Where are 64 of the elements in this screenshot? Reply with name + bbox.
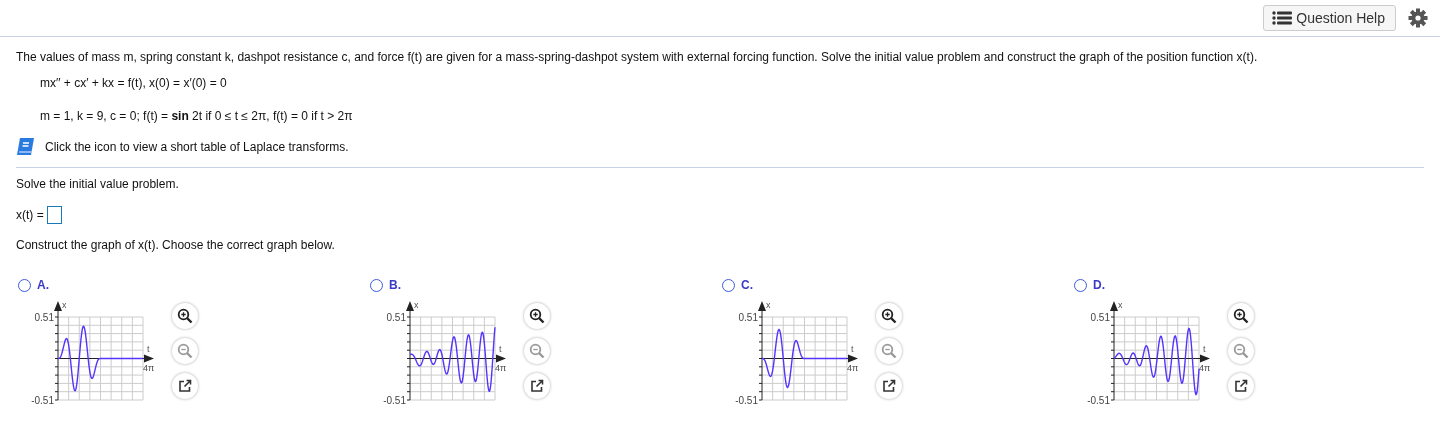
settings-icon[interactable] <box>1408 8 1428 28</box>
tick-label: 4π <box>143 362 155 373</box>
tick-label: 0.51 <box>1090 312 1110 323</box>
list-icon <box>1272 11 1293 25</box>
radio-button[interactable] <box>722 278 735 292</box>
tick-label: 0.51 <box>34 312 54 323</box>
zoom-out-button[interactable] <box>876 338 902 364</box>
equation: mx′′ + cx′ + kx = f(t), x(0) = x′(0) = 0 <box>40 76 228 90</box>
axis-label: x <box>1118 300 1123 310</box>
zoom-out-icon <box>1233 343 1249 359</box>
open-external-button[interactable] <box>172 373 198 399</box>
option-label: A. <box>37 278 49 292</box>
option-label: B. <box>389 278 401 292</box>
zoom-in-icon <box>177 308 193 324</box>
zoom-out-button[interactable] <box>172 338 198 364</box>
book-icon[interactable] <box>16 137 35 156</box>
zoom-out-icon <box>881 343 897 359</box>
axis-label: t <box>851 343 854 354</box>
tick-label: -0.51 <box>735 395 758 406</box>
zoom-in-button[interactable] <box>876 303 902 329</box>
axis-label: t <box>1203 343 1206 354</box>
axis-label: t <box>499 343 502 354</box>
question-help-button[interactable]: Question Help <box>1263 5 1396 31</box>
tick-label: 4π <box>1199 362 1211 373</box>
zoom-out-icon <box>177 343 193 359</box>
option-label: D. <box>1093 278 1105 292</box>
answer-label: x(t) = <box>16 208 44 222</box>
open-external-button[interactable] <box>876 373 902 399</box>
external-link-icon <box>1234 379 1248 393</box>
zoom-in-button[interactable] <box>1228 303 1254 329</box>
tick-label: -0.51 <box>383 395 406 406</box>
axis-label: t <box>147 343 150 354</box>
zoom-in-icon <box>881 308 897 324</box>
external-link-icon <box>882 379 896 393</box>
axis-label: x <box>414 300 419 310</box>
question-prompt: Construct the graph of x(t). Choose the correct graph below. <box>16 238 336 252</box>
equation: m = 1, k = 9, c = 0; f(t) = sin 2t if 0 ≤ t ≤ 2π, f(t) = 0 if t > 2π <box>40 109 354 123</box>
zoom-in-icon <box>1233 308 1249 324</box>
option-label: C. <box>741 278 753 292</box>
answer-field[interactable] <box>46 206 62 224</box>
tick-label: 4π <box>495 362 507 373</box>
tick-label: 0.51 <box>738 312 758 323</box>
zoom-out-icon <box>529 343 545 359</box>
open-external-button[interactable] <box>1228 373 1254 399</box>
open-external-button[interactable] <box>524 373 550 399</box>
question-prompt: Solve the initial value problem. <box>16 177 180 191</box>
radio-button[interactable] <box>1074 278 1087 292</box>
tick-label: -0.51 <box>31 395 54 406</box>
laplace-table-text: Click the icon to view a short table of Laplace transforms. <box>45 139 349 154</box>
zoom-out-button[interactable] <box>1228 338 1254 364</box>
zoom-in-button[interactable] <box>524 303 550 329</box>
external-link-icon <box>178 379 192 393</box>
radio-button[interactable] <box>18 278 31 292</box>
tick-label: 0.51 <box>386 312 406 323</box>
zoom-out-button[interactable] <box>524 338 550 364</box>
axis-label: x <box>766 300 771 310</box>
radio-button[interactable] <box>370 278 383 292</box>
zoom-in-button[interactable] <box>172 303 198 329</box>
axis-label: x <box>62 300 67 310</box>
tick-label: 4π <box>847 362 859 373</box>
problem-statement: The values of mass m, spring constant k, dashpot resistance c, and force f(t) are given for a mass-spring-dashpot system with external forcing function. Solve the initial value problem and construct the graph of the position function x(t). <box>16 50 1259 64</box>
zoom-in-icon <box>529 308 545 324</box>
external-link-icon <box>530 379 544 393</box>
tick-label: -0.51 <box>1087 395 1110 406</box>
